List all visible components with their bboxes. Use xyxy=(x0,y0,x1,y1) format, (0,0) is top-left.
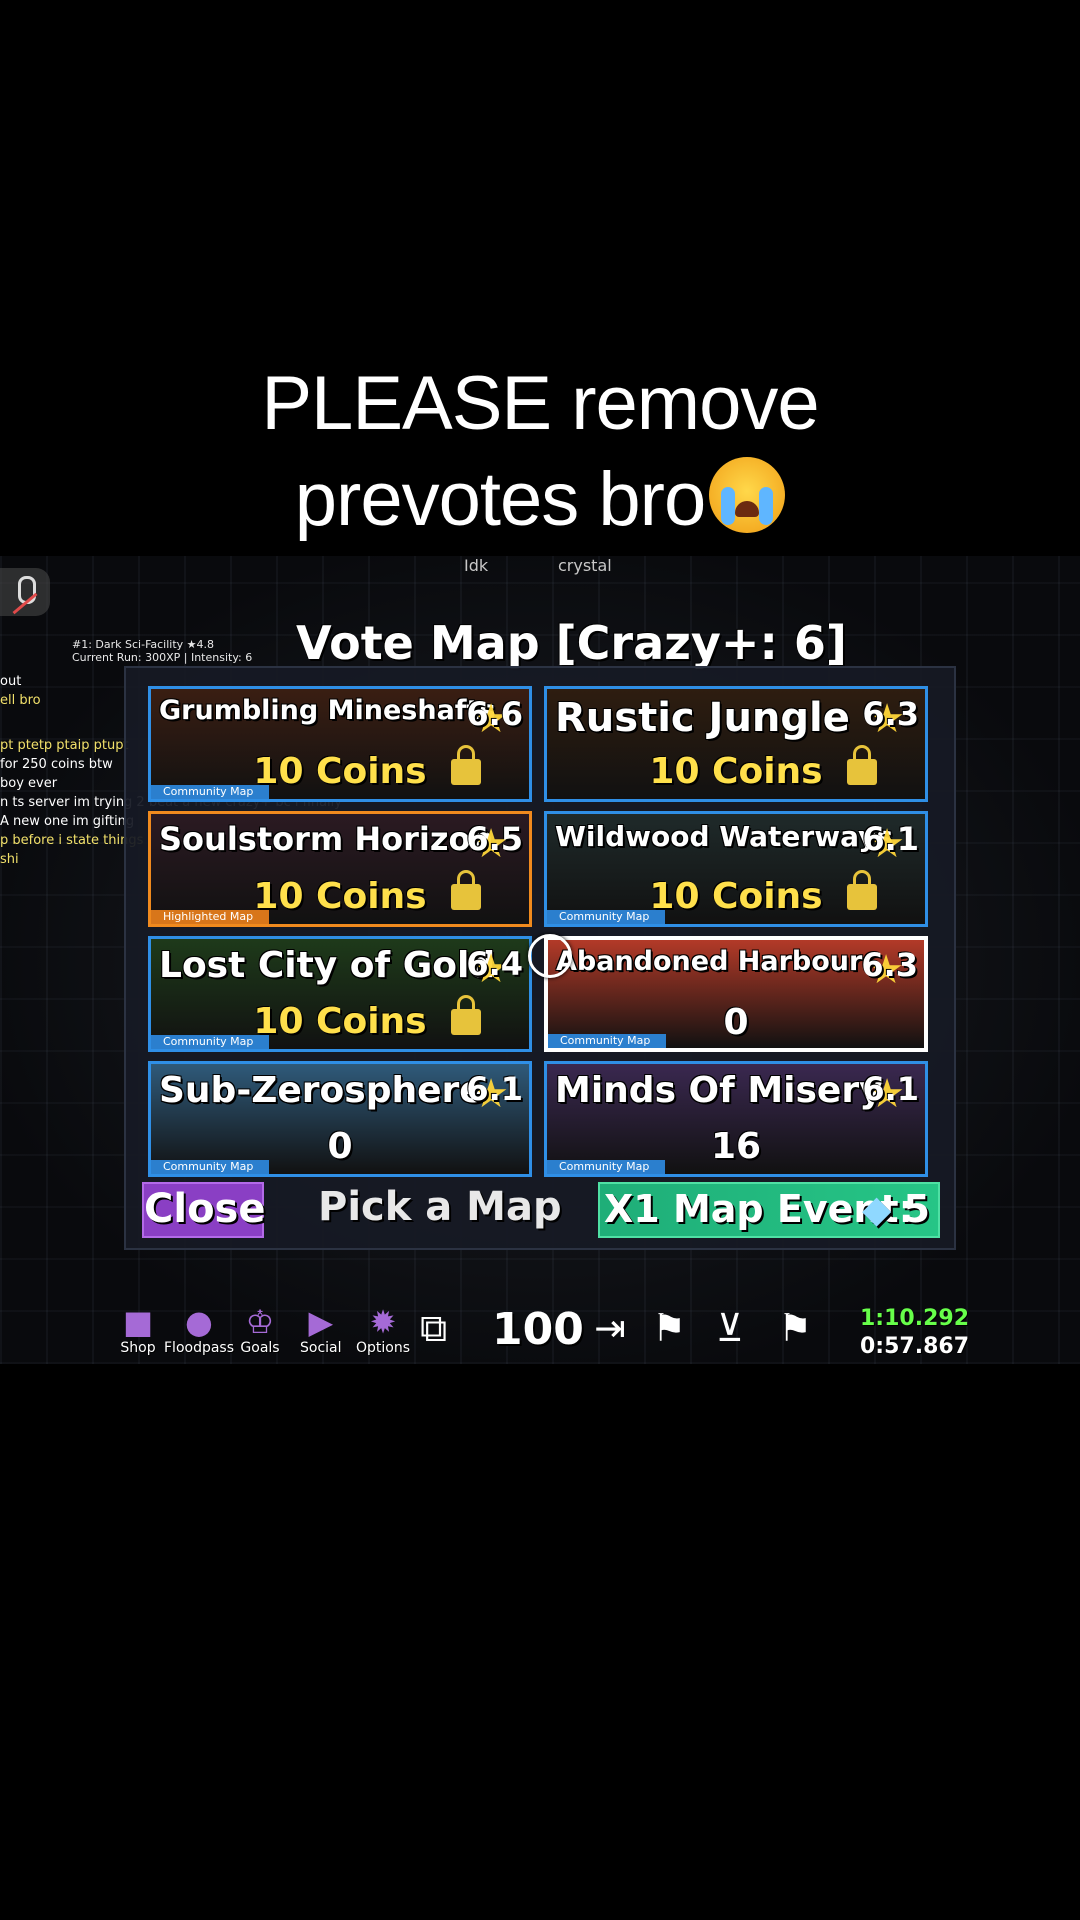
social-button[interactable]: ▶ Social xyxy=(300,1304,342,1356)
floodpass-icon: ● xyxy=(185,1303,213,1341)
map-card[interactable]: Soulstorm Horizon ★ 6.5 10 Coins Highlighted… xyxy=(148,811,532,927)
map-rating: 6.5 xyxy=(466,820,523,858)
map-type-tag: Community Map xyxy=(547,1160,666,1174)
floodpass-button[interactable]: ● Floodpass xyxy=(164,1304,234,1356)
hotbar: ■ Shop ● Floodpass ♔ Goals ▶ Social ✹ Op… xyxy=(0,1304,1080,1364)
hotbar-label: Floodpass xyxy=(164,1340,235,1356)
map-card[interactable]: Lost City of Gold ★ 6.4 10 Coins Community M… xyxy=(148,936,532,1052)
coin-icon: ⧉ xyxy=(420,1306,448,1350)
options-button[interactable]: ✹ Options xyxy=(356,1304,410,1356)
hotbar-label: Options xyxy=(356,1340,411,1356)
map-card[interactable]: Grumbling Mineshafts ★ 6.6 10 Coins Communit… xyxy=(148,686,532,802)
map-card[interactable]: Rustic Jungle ★ 6.3 10 Coins xyxy=(544,686,928,802)
hotbar-label: Social xyxy=(300,1340,342,1356)
goals-button[interactable]: ♔ Goals xyxy=(240,1304,280,1356)
map-name: Sub-Zerosphere xyxy=(159,1070,484,1111)
map-name: Lost City of Gold xyxy=(159,945,496,986)
map-rating: 6.1 xyxy=(862,1070,919,1108)
lock-icon xyxy=(451,995,481,1035)
map-rating: 6.6 xyxy=(466,695,523,733)
caption-line-2-text: prevotes bro xyxy=(294,457,706,542)
map-event-value: 5 xyxy=(903,1187,930,1231)
map-card[interactable]: Sub-Zerosphere ★ 6.1 0 Community Map xyxy=(148,1061,532,1177)
crying-face-icon xyxy=(709,457,786,533)
lock-icon xyxy=(451,870,481,910)
map-type-tag: Community Map xyxy=(547,910,666,924)
map-rating: 6.1 xyxy=(466,1070,523,1108)
map-event-button[interactable]: X1 Map Event: ◆ 5 xyxy=(598,1182,940,1238)
map-name: Grumbling Mineshafts xyxy=(159,695,496,726)
caption-line-2: prevotes bro xyxy=(0,452,1080,548)
checkered-flag-icon[interactable]: ⚑ xyxy=(778,1306,812,1350)
map-rating: 6.3 xyxy=(862,695,919,733)
map-name: Wildwood Waterways xyxy=(555,820,894,853)
map-name: Soulstorm Horizon xyxy=(159,820,494,858)
map-type-tag: Highlighted Map xyxy=(151,910,270,924)
caption-line-1: PLEASE remove xyxy=(261,361,819,446)
map-info-line: Current Run: 300XP | Intensity: 6 xyxy=(72,651,253,664)
shopping-bag-icon: ■ xyxy=(122,1303,154,1341)
current-map-info: #1: Dark Sci-Facility ★4.8 Current Run: … xyxy=(72,638,252,664)
pick-a-map-label: Pick a Map xyxy=(318,1184,562,1230)
lock-icon xyxy=(847,745,877,785)
map-rating: 6.1 xyxy=(862,820,919,858)
map-card[interactable]: Wildwood Waterways ★ 6.1 10 Coins Community … xyxy=(544,811,928,927)
lock-icon xyxy=(451,745,481,785)
touch-cursor-indicator xyxy=(528,934,572,978)
map-type-tag: Community Map xyxy=(151,1160,270,1174)
map-type-tag: Community Map xyxy=(548,1034,667,1048)
trophy-icon: ♔ xyxy=(245,1303,275,1341)
map-type-tag: Community Map xyxy=(151,1035,270,1049)
gear-icon: ✹ xyxy=(369,1303,397,1341)
map-info-line: #1: Dark Sci-Facility ★4.8 xyxy=(72,638,215,651)
spectate-icon[interactable]: ⊻ xyxy=(716,1306,744,1350)
exit-icon[interactable]: ⇥ xyxy=(594,1306,626,1350)
hotbar-label: Goals xyxy=(240,1340,280,1356)
map-card[interactable]: Minds Of Misery ★ 6.1 16 Community Map xyxy=(544,1061,928,1177)
map-name: Rustic Jungle xyxy=(555,695,850,741)
map-rating: 6.3 xyxy=(861,946,918,984)
game-viewport: Idk crystal #1: Dark Sci-Facility ★4.8 C… xyxy=(0,556,1080,1364)
shop-button[interactable]: ■ Shop xyxy=(118,1304,158,1356)
timer-total: 1:10.292 xyxy=(860,1306,970,1331)
checkered-flag-icon[interactable]: ⚑ xyxy=(652,1306,686,1350)
map-card[interactable]: Abandoned Harbour ★ 6.3 0 Community Map xyxy=(544,936,928,1052)
map-name: Abandoned Harbour xyxy=(556,946,863,977)
player-name: crystal xyxy=(558,556,612,575)
map-name: Minds Of Misery xyxy=(555,1070,883,1111)
muted-mic-icon[interactable] xyxy=(0,568,50,616)
coin-count: 100 xyxy=(492,1304,584,1355)
hotbar-label: Shop xyxy=(120,1340,156,1356)
player-name: Idk xyxy=(464,556,489,575)
vote-map-title: Vote Map [Crazy+: 6] xyxy=(296,616,847,670)
lock-icon xyxy=(847,870,877,910)
map-type-tag: Community Map xyxy=(151,785,270,799)
diamond-icon: ◆ xyxy=(862,1187,892,1231)
timer-split: 0:57.867 xyxy=(860,1334,970,1359)
map-rating: 6.4 xyxy=(466,945,523,983)
close-button[interactable]: Close xyxy=(142,1182,265,1238)
camera-icon: ▶ xyxy=(308,1303,334,1341)
